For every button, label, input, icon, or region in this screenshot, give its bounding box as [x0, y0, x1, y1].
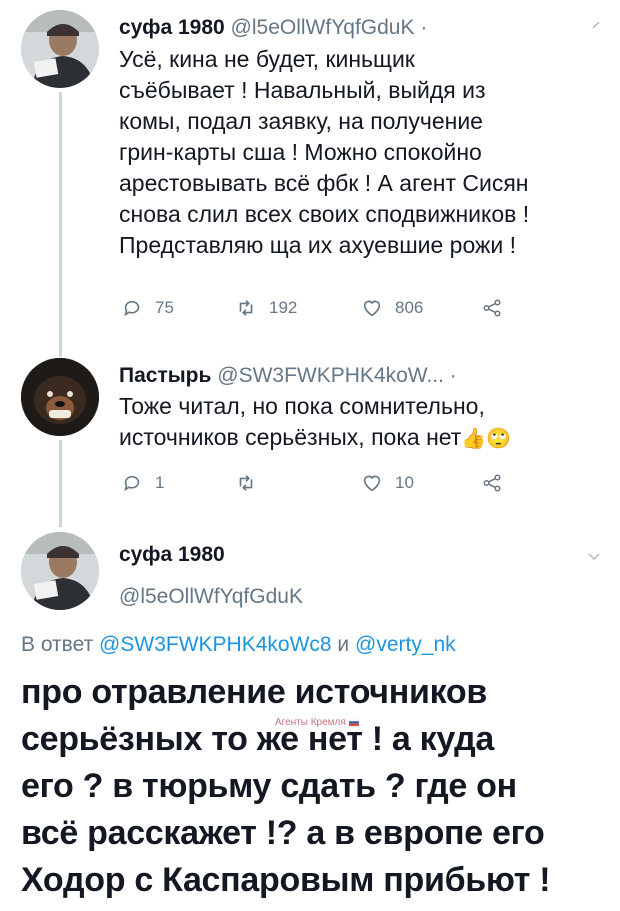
separator-dot: · — [420, 16, 428, 39]
caret-icon[interactable] — [591, 20, 601, 30]
text-line: грин-карты сша ! Можно спокойно — [119, 139, 482, 165]
retweet-button[interactable] — [235, 472, 361, 494]
text-line: арестовывать всё фбк ! А агент Сисян — [119, 170, 529, 196]
reply-count: 1 — [155, 473, 165, 492]
tweet-header: Пастырь @SW3FWKPHK4koW... · — [119, 364, 457, 388]
text-line: съёбывает ! Навальный, выйдя из — [119, 77, 486, 103]
text-line: снова слил всех своих сподвижников ! — [119, 201, 530, 227]
like-icon — [363, 300, 381, 317]
thread-line — [59, 440, 62, 527]
reply-user-link[interactable]: @SW3FWKPHK4koWc8 — [99, 633, 332, 656]
emoji: 👍🙄 — [461, 428, 512, 450]
display-name[interactable]: Пастырь — [119, 364, 211, 387]
retweet-button[interactable]: 192 — [235, 297, 361, 319]
retweet-count: 192 — [269, 298, 298, 317]
reply-button[interactable]: 75 — [121, 297, 235, 319]
avatar[interactable] — [21, 10, 99, 88]
avatar-image-icon — [21, 10, 99, 88]
tweet-text: про отравление источников серьёзных то ж… — [21, 669, 611, 904]
flag-icon — [348, 718, 359, 726]
reply-icon — [124, 475, 140, 492]
text-line: Ходор с Каспаровым прибьют ! — [21, 861, 551, 899]
like-count: 806 — [395, 298, 424, 317]
watermark-text: Агенты Кремля — [275, 717, 346, 728]
share-icon — [483, 299, 501, 317]
display-name-text: суфа 1980 — [119, 543, 225, 566]
reply-icon — [124, 300, 140, 317]
tweet-actions: 75 192 806 — [121, 297, 521, 319]
retweet-icon — [239, 300, 253, 316]
share-icon — [483, 474, 501, 492]
reply-count: 75 — [155, 298, 174, 317]
text-line: про отравление источников — [21, 673, 487, 711]
handle[interactable]: @l5eOllWfYqfGduK — [119, 585, 303, 609]
tweet-header: суфа 1980 @l5eOllWfYqfGduK · — [119, 16, 427, 40]
text-line: Представляю ща их ахуевшие рожи ! — [119, 232, 517, 258]
like-button[interactable]: 10 — [361, 472, 481, 494]
text-line: Усё, кина не будет, киньщик — [119, 46, 415, 72]
share-button[interactable] — [481, 297, 503, 319]
display-name[interactable]: суфа 1980 — [119, 543, 225, 567]
separator-dot: · — [449, 364, 457, 387]
text-line: его ? в тюрьму сдать ? где он — [21, 767, 517, 805]
avatar-image-icon — [21, 532, 99, 610]
handle[interactable]: @SW3FWKPHK4koW... — [217, 364, 444, 387]
tweet-actions: 1 10 — [121, 472, 521, 494]
reply-button[interactable]: 1 — [121, 472, 235, 494]
like-icon — [363, 475, 381, 492]
avatar[interactable] — [21, 532, 99, 610]
watermark: Агенты Кремля — [275, 717, 359, 728]
text-line: всё расскажет !? а в европе его — [21, 814, 545, 852]
tweet-text: Усё, кина не будет, киньщик съёбывает ! … — [119, 44, 609, 261]
reply-context: В ответ @SW3FWKPHK4koWc8 и @verty_nk — [21, 633, 456, 657]
like-count: 10 — [395, 473, 414, 492]
handle[interactable]: @l5eOllWfYqfGduK — [231, 16, 415, 39]
share-button[interactable] — [481, 472, 503, 494]
reply-user-link[interactable]: @verty_nk — [355, 633, 456, 656]
caret-down-icon[interactable] — [588, 552, 600, 562]
text-line: комы, подал заявку, на получение — [119, 108, 483, 134]
retweet-icon — [239, 475, 253, 491]
avatar-image-icon — [21, 358, 99, 436]
thread-line — [59, 92, 62, 357]
text-line: Тоже читал, но пока сомнительно, — [119, 393, 485, 419]
like-button[interactable]: 806 — [361, 297, 481, 319]
reply-prefix: В ответ — [21, 633, 94, 656]
text-line: источников серьёзных, пока нет👍🙄 — [119, 422, 609, 455]
reply-conjunction: и — [337, 633, 350, 656]
avatar[interactable] — [21, 358, 99, 436]
display-name[interactable]: суфа 1980 — [119, 16, 225, 39]
tweet-text: Тоже читал, но пока сомнительно, источни… — [119, 391, 609, 455]
text-line-content: источников серьёзных, пока нет — [119, 424, 462, 450]
